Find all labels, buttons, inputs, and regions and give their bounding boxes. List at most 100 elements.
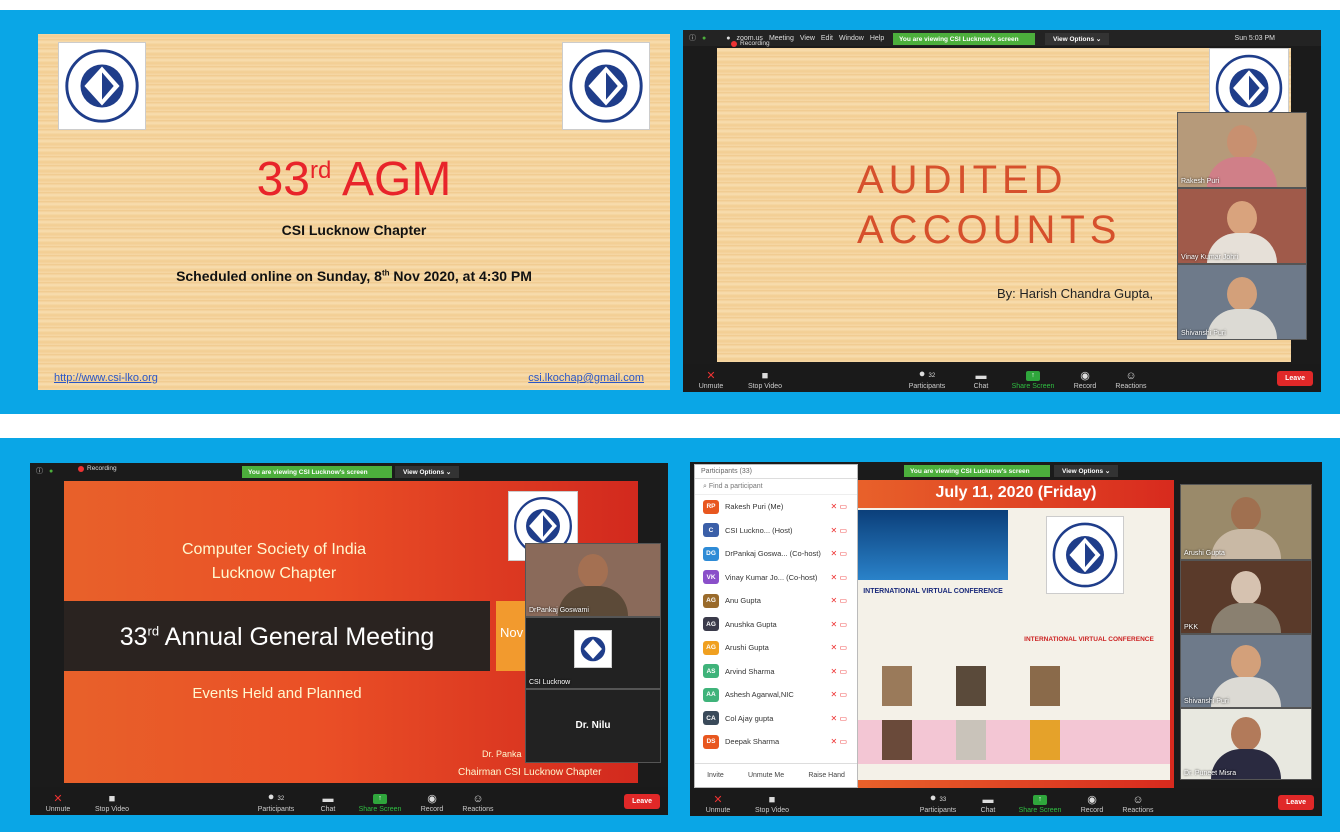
menu-edit[interactable]: Edit [821, 35, 833, 42]
participant-row[interactable]: AA Ashesh Agarwal,NIC ✕ ▭ [695, 683, 857, 707]
menu-meeting[interactable]: Meeting [769, 35, 794, 42]
leave-button[interactable]: Leave [1278, 795, 1314, 810]
participant-row[interactable]: C CSI Luckno... (Host) ✕ ▭ [695, 519, 857, 543]
participants-icon: ● 33 [929, 792, 947, 804]
conference-slide: July 11, 2020 (Friday) INTERNATIONAL VIR… [858, 480, 1174, 788]
participant-avatar: RP [703, 499, 719, 514]
record-label: Record [1073, 383, 1097, 390]
chat-button[interactable]: ▬ Chat [302, 792, 354, 813]
participant-row[interactable]: DS Deepak Sharma ✕ ▭ [695, 730, 857, 754]
share-screen-button[interactable]: ↑ Share Screen [354, 794, 406, 813]
participant-search[interactable]: ⌕ Find a participant [695, 479, 857, 495]
video-thumb-csi[interactable]: CSI Lucknow [525, 617, 661, 689]
chat-label: Chat [980, 807, 996, 814]
participant-row[interactable]: AS Arvind Sharma ✕ ▭ [695, 660, 857, 684]
participant-row[interactable]: CA Col Ajay gupta ✕ ▭ [695, 707, 857, 731]
mic-muted-icon: ✕ ▭ [830, 713, 847, 723]
participants-panel: Participants (33) ⌕ Find a participant R… [694, 464, 858, 788]
record-button[interactable]: ◉ Record [1066, 793, 1118, 814]
info-icon[interactable]: ⓘ [36, 466, 43, 476]
participant-name: Anushka Gupta [725, 619, 777, 629]
invite-button[interactable]: Invite [707, 772, 724, 779]
video-thumb-arushi[interactable]: Arushi Gupta [1180, 484, 1312, 560]
stop-video-button[interactable]: ■ Stop Video [746, 793, 798, 814]
head [578, 554, 608, 588]
schedule-sup: th [381, 268, 390, 278]
participants-button[interactable]: ● 32 Participants [250, 790, 302, 813]
recording-indicator: Recording [731, 40, 770, 47]
video-thumb-pkk[interactable]: PKK [1180, 560, 1312, 634]
body [1211, 603, 1281, 633]
stop-video-label: Stop Video [747, 383, 783, 390]
speaker-photo [882, 666, 912, 706]
person-silhouette [1211, 571, 1281, 633]
chat-button[interactable]: ▬ Chat [955, 369, 1007, 390]
stop-video-button[interactable]: ■ Stop Video [86, 792, 138, 813]
chat-button[interactable]: ▬ Chat [962, 793, 1014, 814]
speaker-photos-row2 [858, 720, 1170, 764]
participants-button[interactable]: ● 32 Participants [901, 367, 953, 390]
website-link[interactable]: http://www.csi-lko.org [54, 372, 158, 384]
unmute-button[interactable]: ✕ Unmute [685, 369, 737, 390]
unmute-button[interactable]: ✕ Unmute [32, 792, 84, 813]
participant-name: DrPankaj Goswa... (Co-host) [725, 549, 821, 559]
reactions-button[interactable]: ☺ Reactions [452, 792, 504, 813]
participant-row[interactable]: AG Arushi Gupta ✕ ▭ [695, 636, 857, 660]
leave-button[interactable]: Leave [624, 794, 660, 809]
email-link[interactable]: csi.lkochap@gmail.com [528, 372, 644, 384]
participant-avatar: AA [703, 687, 719, 702]
record-button[interactable]: ◉ Record [1059, 369, 1111, 390]
agm-main-sup: rd [147, 623, 160, 639]
participant-row[interactable]: AG Anu Gupta ✕ ▭ [695, 589, 857, 613]
participant-avatar: CA [703, 711, 719, 726]
thumb-name: Dr. Puneet Misra [1184, 770, 1237, 777]
participants-button[interactable]: ● 33 Participants [912, 791, 964, 814]
mic-muted-icon: ✕ ▭ [830, 666, 847, 676]
zoom-participants-meeting: You are viewing CSI Lucknow's screen Vie… [690, 462, 1322, 816]
menu-view[interactable]: View [800, 35, 815, 42]
reactions-button[interactable]: ☺ Reactions [1105, 369, 1157, 390]
video-thumb-puneet[interactable]: Dr. Puneet Misra [1180, 708, 1312, 780]
csi-logo-icon [580, 636, 606, 662]
zoom-audited-accounts: ⓘ ● ● zoom.us Meeting View Edit Window H… [683, 30, 1321, 392]
video-thumb-shivanshi[interactable]: Shivanshi Puri [1180, 634, 1312, 708]
viewing-banner: You are viewing CSI Lucknow's screen [904, 465, 1050, 477]
share-screen-button[interactable]: ↑ Share Screen [1007, 371, 1059, 390]
audited-title-line2: ACCOUNTS [857, 208, 1122, 252]
video-thumb-shivanshi[interactable]: Shivanshi Puri [1177, 264, 1307, 340]
info-icon[interactable]: ⓘ [689, 33, 696, 43]
participant-row[interactable]: VK Vinay Kumar Jo... (Co-host) ✕ ▭ [695, 566, 857, 590]
share-screen-label: Share Screen [1018, 807, 1062, 814]
speaker-photo [956, 720, 986, 760]
raise-hand-button[interactable]: Raise Hand [808, 772, 845, 779]
participant-name: Arvind Sharma [725, 666, 775, 676]
view-options-button[interactable]: View Options ⌄ [1045, 33, 1110, 45]
participants-count: 33 [939, 797, 947, 803]
video-thumb-pankaj[interactable]: DrPankaj Goswami [525, 543, 661, 617]
video-thumb-nilu[interactable]: Dr. Nilu [525, 689, 661, 763]
participant-row[interactable]: DG DrPankaj Goswa... (Co-host) ✕ ▭ [695, 542, 857, 566]
reactions-button[interactable]: ☺ Reactions [1112, 793, 1164, 814]
menu-window[interactable]: Window [839, 35, 864, 42]
video-thumb-vinay[interactable]: Vinay Kumar Johri [1177, 188, 1307, 264]
poster: INTERNATIONAL VIRTUAL CONFERENCE INTERNA… [858, 508, 1170, 780]
leave-button[interactable]: Leave [1277, 371, 1313, 386]
chat-icon: ▬ [322, 793, 334, 805]
csi-logo-left [58, 42, 146, 130]
share-screen-button[interactable]: ↑ Share Screen [1014, 795, 1066, 814]
speaker-photo [1030, 720, 1060, 760]
unmute-button[interactable]: ✕ Unmute [692, 793, 744, 814]
menu-help[interactable]: Help [870, 35, 884, 42]
record-button[interactable]: ◉ Record [406, 792, 458, 813]
presenter-name: Dr. Panka [482, 749, 522, 759]
mic-muted-icon: ✕ ▭ [830, 549, 847, 559]
stop-video-button[interactable]: ■ Stop Video [739, 369, 791, 390]
view-options-button[interactable]: View Options ⌄ [395, 466, 460, 478]
participant-row[interactable]: AG Anushka Gupta ✕ ▭ [695, 613, 857, 637]
org-name-line2: Lucknow Chapter [211, 565, 337, 582]
unmute-me-button[interactable]: Unmute Me [748, 772, 784, 779]
view-options-button[interactable]: View Options ⌄ [1054, 465, 1119, 477]
reactions-label: Reactions [462, 806, 494, 813]
participant-row[interactable]: RP Rakesh Puri (Me) ✕ ▭ [695, 495, 857, 519]
video-thumb-rakesh[interactable]: Rakesh Puri [1177, 112, 1307, 188]
